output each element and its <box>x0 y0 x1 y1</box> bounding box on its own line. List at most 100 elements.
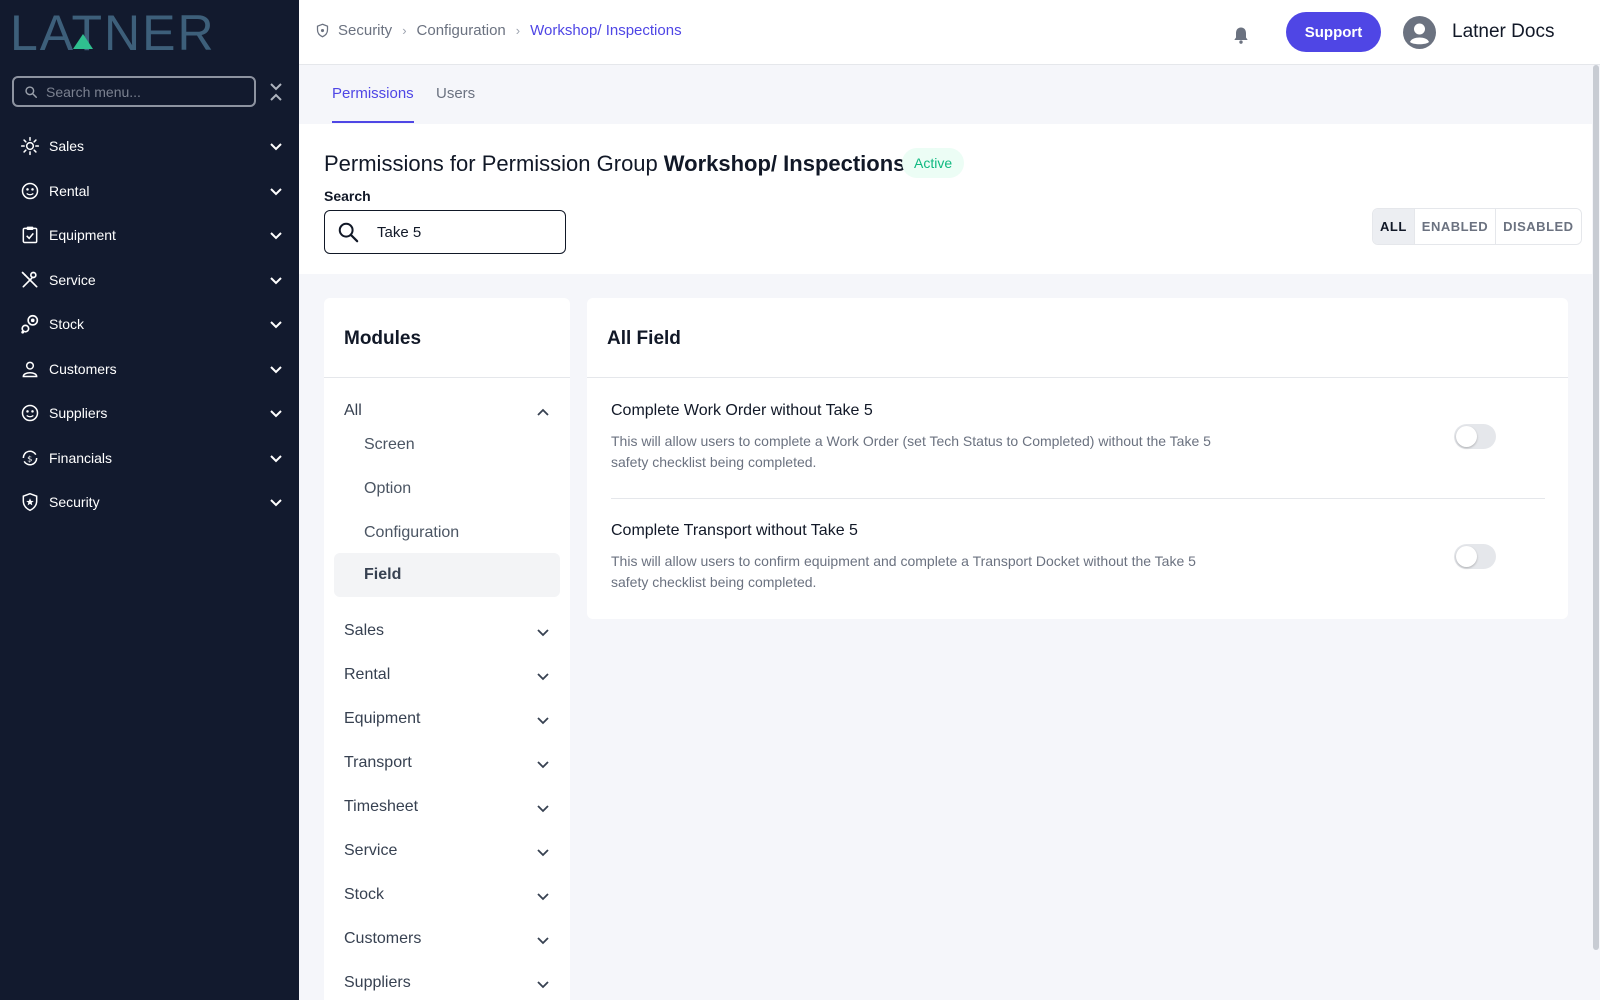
module-label: Stock <box>344 886 385 903</box>
scrollbar-thumb[interactable] <box>1593 65 1599 950</box>
module-sub-screen[interactable]: Screen <box>334 423 560 467</box>
top-header: Security › Configuration › Workshop/ Ins… <box>299 0 1600 65</box>
breadcrumb-security[interactable]: Security <box>338 22 392 39</box>
sidebar-nav: Sales Rental Equipment Service Stock Cus… <box>0 124 299 525</box>
page-title-prefix: Permissions for Permission Group <box>324 151 658 176</box>
module-label: Equipment <box>344 710 421 727</box>
module-customers[interactable]: Customers <box>344 930 550 948</box>
title-section: Permissions for Permission Group Workshop… <box>299 124 1592 274</box>
filter-toggle-group: ALL ENABLED DISABLED <box>1372 208 1582 245</box>
chevron-down-icon <box>537 717 549 725</box>
shield-icon <box>316 23 329 38</box>
module-sales[interactable]: Sales <box>344 622 550 640</box>
chevron-down-icon <box>270 232 282 240</box>
tab-permissions[interactable]: Permissions <box>332 85 414 123</box>
sidebar-item-equipment[interactable]: Equipment <box>0 213 299 258</box>
toggle-knob <box>1456 426 1477 447</box>
svg-text:$: $ <box>27 453 32 463</box>
permission-search-field[interactable] <box>324 210 566 254</box>
page-title: Permissions for Permission Group Workshop… <box>324 151 905 177</box>
breadcrumb: Security › Configuration › Workshop/ Ins… <box>315 22 682 39</box>
filter-enabled-button[interactable]: ENABLED <box>1414 209 1497 244</box>
sidebar-item-label: Rental <box>49 182 90 199</box>
sidebar-item-label: Equipment <box>49 227 116 244</box>
sidebar-item-label: Service <box>49 271 96 288</box>
module-label: Suppliers <box>344 974 411 991</box>
sidebar-item-label: Security <box>49 494 100 511</box>
permission-toggle-transport[interactable] <box>1454 544 1496 569</box>
field-panel-title: All Field <box>607 328 681 349</box>
permission-search-input[interactable] <box>377 223 537 241</box>
breadcrumb-configuration[interactable]: Configuration <box>417 22 506 39</box>
rental-icon <box>19 180 41 202</box>
filter-disabled-button[interactable]: DISABLED <box>1496 209 1581 244</box>
chevron-down-icon <box>537 849 549 857</box>
sidebar-item-label: Financials <box>49 449 113 466</box>
chevron-down-icon <box>270 499 282 507</box>
permission-title: Complete Work Order without Take 5 <box>611 402 873 419</box>
module-label: Sales <box>344 622 385 639</box>
sidebar-item-rental[interactable]: Rental <box>0 169 299 214</box>
sidebar-item-service[interactable]: Service <box>0 258 299 303</box>
search-icon <box>338 222 359 243</box>
sidebar-item-financials[interactable]: $ Financials <box>0 436 299 481</box>
breadcrumb-current: Workshop/ Inspections <box>530 22 682 39</box>
chevron-down-icon <box>270 187 282 195</box>
customers-icon <box>19 358 41 380</box>
divider <box>324 377 570 378</box>
sidebar-item-label: Stock <box>49 316 85 333</box>
module-sub-configuration[interactable]: Configuration <box>334 511 560 555</box>
sidebar-item-sales[interactable]: Sales <box>0 124 299 169</box>
permission-row: Complete Work Order without Take 5 This … <box>611 402 1545 473</box>
divider <box>611 498 1545 499</box>
chevron-down-icon <box>537 673 549 681</box>
sidebar-item-label: Suppliers <box>49 405 108 422</box>
module-rental[interactable]: Rental <box>344 666 550 684</box>
financials-icon: $ <box>19 447 41 469</box>
module-stock[interactable]: Stock <box>344 886 550 904</box>
page-tabs: Permissions Users <box>299 65 1592 124</box>
page-scrollbar[interactable] <box>1592 65 1600 1000</box>
collapse-sidebar-icon[interactable] <box>268 82 284 102</box>
security-icon <box>19 491 41 513</box>
chevron-up-icon <box>537 408 549 416</box>
module-label: Service <box>344 842 398 859</box>
sidebar-item-label: Customers <box>49 360 117 377</box>
module-label: Transport <box>344 754 412 771</box>
bell-icon[interactable] <box>1231 24 1251 46</box>
support-button[interactable]: Support <box>1286 12 1381 52</box>
sidebar-item-suppliers[interactable]: Suppliers <box>0 391 299 436</box>
svg-text:LATNER: LATNER <box>10 10 216 54</box>
sidebar-item-stock[interactable]: Stock <box>0 302 299 347</box>
module-equipment[interactable]: Equipment <box>344 710 550 728</box>
avatar[interactable] <box>1403 16 1436 49</box>
menu-search-input[interactable]: Search menu... <box>12 76 256 107</box>
module-all[interactable]: All <box>344 402 550 420</box>
chevron-down-icon <box>537 629 549 637</box>
filter-all-button[interactable]: ALL <box>1373 209 1415 244</box>
module-label: Customers <box>344 930 422 947</box>
status-badge: Active <box>902 148 965 178</box>
module-suppliers[interactable]: Suppliers <box>344 974 550 992</box>
module-timesheet[interactable]: Timesheet <box>344 798 550 816</box>
chevron-down-icon <box>537 937 549 945</box>
permission-title: Complete Transport without Take 5 <box>611 522 858 539</box>
chevron-right-icon: › <box>402 23 407 38</box>
chevron-down-icon <box>537 893 549 901</box>
service-icon <box>19 269 41 291</box>
sidebar-item-customers[interactable]: Customers <box>0 347 299 392</box>
module-label: Rental <box>344 666 391 683</box>
module-transport[interactable]: Transport <box>344 754 550 772</box>
module-sub-option[interactable]: Option <box>334 467 560 511</box>
latner-logo[interactable]: LATNER <box>10 5 282 61</box>
tab-users[interactable]: Users <box>436 85 475 121</box>
divider <box>587 377 1568 378</box>
user-name[interactable]: Latner Docs <box>1452 21 1554 43</box>
chevron-down-icon <box>537 761 549 769</box>
menu-search-placeholder: Search menu... <box>46 83 141 100</box>
permission-toggle-work-order[interactable] <box>1454 424 1496 449</box>
chevron-down-icon <box>537 981 549 989</box>
sidebar-item-security[interactable]: Security <box>0 480 299 525</box>
module-sub-field[interactable]: Field <box>334 553 560 597</box>
module-service[interactable]: Service <box>344 842 550 860</box>
